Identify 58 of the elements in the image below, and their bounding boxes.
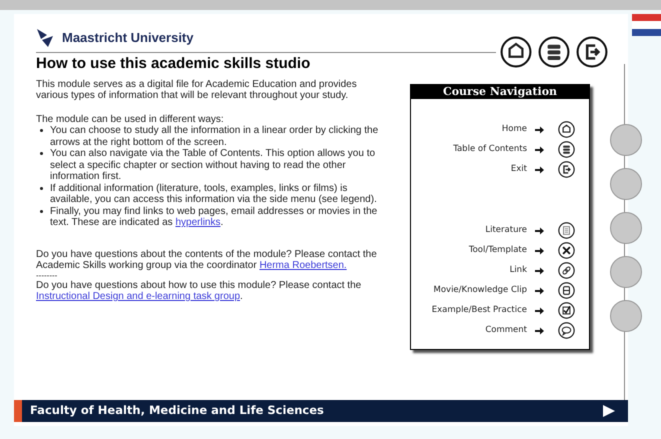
arrow-icon: [535, 226, 544, 234]
bullet-icon: [40, 186, 43, 190]
document-icon: [558, 222, 575, 239]
panel-title: Course Navigation: [411, 85, 589, 99]
side-menu-button[interactable]: [610, 124, 642, 156]
legend-label: Table of Contents: [453, 143, 527, 156]
arrow-icon: [535, 166, 544, 174]
bullet-icon: [40, 210, 43, 212]
home-icon: [558, 121, 575, 138]
legend-label: Literature: [485, 224, 527, 237]
legend-label: Example/Best Practice: [432, 304, 527, 317]
chain-link-icon: [558, 262, 575, 279]
arrow-icon: [535, 126, 544, 134]
accent-stripe: [14, 400, 22, 422]
side-menu-button[interactable]: [610, 256, 642, 288]
exit-icon[interactable]: [576, 36, 608, 68]
legend-label: Comment: [485, 324, 527, 337]
film-icon: [558, 282, 575, 299]
link[interactable]: Instructional Design and e-learning task group: [36, 291, 240, 302]
flag-icon: [632, 14, 661, 36]
legend-label: Home: [502, 123, 527, 136]
bullet-text: You can also navigate via the Table of Contents. This option allows you to select a specific chapter or section without having to read the other information first.: [50, 148, 376, 182]
speech-bubble-icon: [558, 322, 575, 339]
arrow-icon: [535, 306, 544, 314]
arrow-icon: [535, 326, 544, 334]
page-title: How to use this academic skills studio: [36, 58, 312, 70]
intro-paragraph: This module serves as a digital file for Academic Education and provides various types of information that will be relevant throughout your study.: [36, 78, 358, 102]
logo-icon: [36, 28, 54, 48]
bullet-text: You can choose to study all the information in a linear order by clicking the arrows at the right bottom of the screen.: [50, 125, 380, 148]
menu-icon[interactable]: [538, 36, 570, 68]
legend-label: Link: [510, 264, 527, 277]
bullet-icon: [40, 129, 43, 132]
contact-paragraph: Do you have questions about the contents of the module? Please contact the Academic Skills working group via the coordinator Herma Roebertsen.: [36, 248, 378, 272]
side-menu-button[interactable]: [610, 212, 642, 244]
next-arrow-icon[interactable]: [602, 405, 616, 417]
home-icon[interactable]: [500, 36, 532, 68]
exit-icon: [558, 161, 575, 178]
bullet-text: Finally, you may find links to web pages, email addresses or movies in the text. These are indicated as hyperlinks.: [50, 206, 378, 228]
arrow-icon: [535, 286, 544, 294]
bullet-text: If additional information (literature, tools, examples, links or films) is available, you can access this information via the side menu (see legend).: [50, 182, 378, 206]
contact-paragraph: Do you have questions about how to use this module? Please contact the Instructional Design and e-learning task group.: [36, 280, 362, 302]
separator-text: --------: [36, 272, 58, 280]
legend-label: Exit: [510, 163, 527, 176]
menu-icon: [558, 141, 575, 158]
arrow-icon: [535, 266, 544, 274]
arrow-icon: [535, 146, 544, 154]
legend-label: Movie/Knowledge Clip: [434, 284, 527, 297]
link[interactable]: Herma Roebertsen.: [259, 260, 347, 271]
side-menu-button[interactable]: [610, 300, 642, 332]
faculty-name: Faculty of Health, Medicine and Life Sciences: [30, 402, 324, 420]
checkmark-icon: [558, 302, 575, 319]
bullet-icon: [40, 152, 43, 155]
link[interactable]: hyperlinks: [175, 217, 220, 228]
arrow-icon: [535, 246, 544, 254]
side-menu-button[interactable]: [610, 168, 642, 200]
ways-heading: The module can be used in different ways:: [36, 114, 225, 125]
logo-text: Maastricht University: [62, 29, 194, 48]
legend-label: Tool/Template: [468, 244, 527, 257]
